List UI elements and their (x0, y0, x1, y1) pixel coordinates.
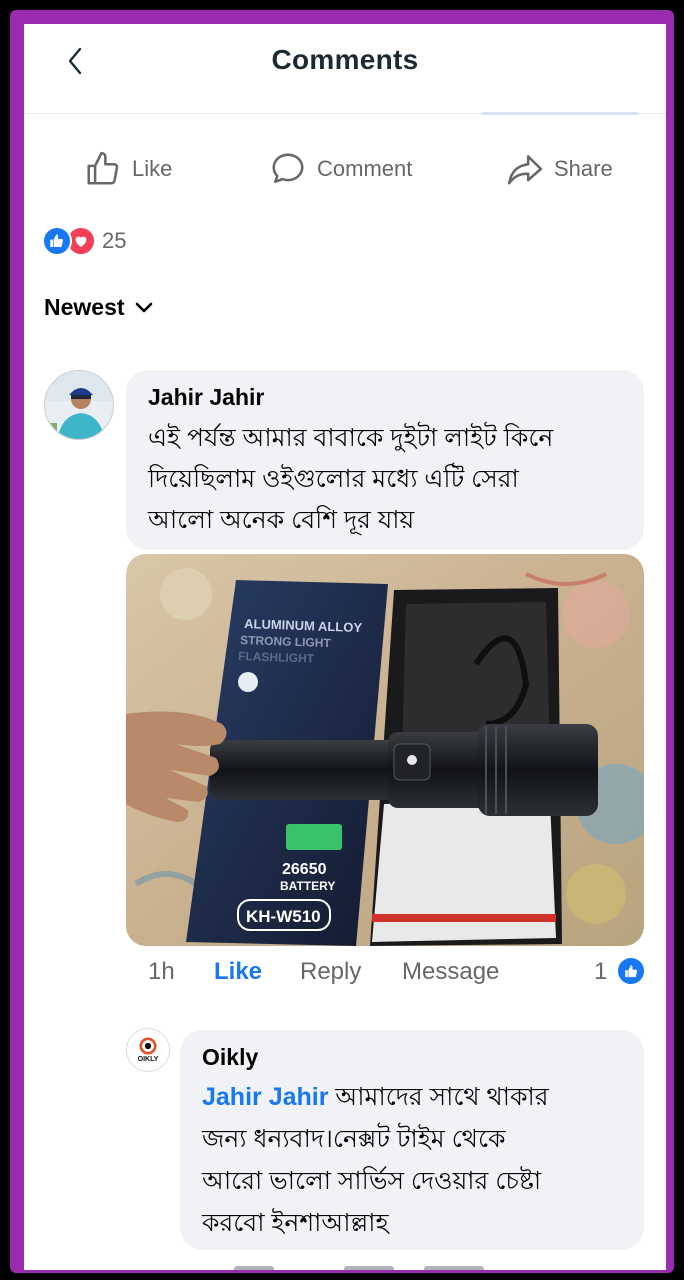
reply-line: করবো ইনশাআল্লাহ (202, 1209, 389, 1237)
comment-meta-row: 1h Like Reply Message 1 (126, 954, 646, 994)
like-icon (87, 151, 119, 185)
reply-author[interactable]: Oikly (202, 1044, 258, 1071)
top-bar: Comments (24, 24, 666, 115)
avatar[interactable] (44, 370, 114, 440)
reply-meta-row-cut (234, 1258, 534, 1270)
comment-photo[interactable]: ALUMINUM ALLOY STRONG LIGHT FLASHLIGHT 2… (126, 554, 644, 946)
comment-line: আলো অনেক বেশি দূর যায় (148, 506, 415, 534)
share-icon (507, 155, 543, 185)
comment-icon (272, 153, 304, 183)
reply-line: আমাদের সাথে থাকার (328, 1083, 549, 1111)
comment-like-count: 1 (594, 958, 608, 985)
share-button[interactable]: Share (506, 144, 613, 194)
like-reaction-icon (42, 226, 72, 256)
comment-reply-button[interactable]: Reply (300, 958, 361, 986)
box-text-3: FLASHLIGHT (238, 649, 315, 666)
comment-line: দিয়েছিলাম ওইগুলোর মধ্যে এটি সেরা (148, 465, 519, 493)
comment-message-button[interactable]: Message (402, 958, 499, 986)
reply-line: আরো ভালো সার্ভিস দেওয়ার চেষ্টা (202, 1167, 542, 1195)
comment-like-button[interactable]: Like (214, 958, 262, 986)
reply-line: জন্য ধন্যবাদ।নেক্সট টাইম থেকে (202, 1125, 506, 1153)
svg-text:KH-W510: KH-W510 (246, 907, 321, 926)
comment-line: এই পর্যন্ত আমার বাবাকে দুইটা লাইট কিনে (148, 424, 554, 452)
post-action-bar: Like Comment Share (24, 144, 666, 194)
chevron-down-icon (135, 302, 152, 312)
reply-bubble[interactable]: Oikly Jahir Jahir আমাদের সাথে থাকার জন্য… (180, 1030, 644, 1250)
comment-button[interactable]: Comment (269, 144, 412, 194)
model-label: KH-W510 (246, 907, 321, 926)
header-underline (482, 112, 638, 115)
battery-text-2: BATTERY (280, 879, 335, 893)
share-label: Share (554, 156, 613, 181)
sort-dropdown[interactable]: Newest (44, 294, 153, 321)
avatar-text: OIKLY (137, 1056, 159, 1063)
comment-bubble[interactable]: Jahir Jahir এই পর্যন্ত আমার বাবাকে দুইটা… (126, 370, 644, 550)
svg-text:BATTERY: BATTERY (280, 879, 335, 893)
oikly-logo-icon (139, 1037, 157, 1055)
svg-text:26650: 26650 (282, 861, 327, 878)
mention-link[interactable]: Jahir Jahir (202, 1083, 328, 1111)
sort-label: Newest (44, 294, 125, 320)
comment-author[interactable]: Jahir Jahir (148, 384, 264, 411)
comment-time: 1h (148, 958, 175, 985)
like-label: Like (132, 156, 173, 181)
svg-text:FLASHLIGHT: FLASHLIGHT (238, 649, 315, 666)
battery-text-1: 26650 (282, 861, 327, 878)
reaction-summary[interactable]: 25 (42, 224, 126, 258)
reaction-count: 25 (102, 228, 127, 253)
like-reaction-icon[interactable] (616, 956, 646, 986)
comment-text: এই পর্যন্ত আমার বাবাকে দুইটা লাইট কিনে দ… (148, 418, 628, 541)
reply-text: Jahir Jahir আমাদের সাথে থাকার জন্য ধন্যব… (202, 1076, 632, 1244)
screen: Comments Like Comment Share 25 Newest Ja… (24, 24, 666, 1270)
like-button[interactable]: Like (84, 144, 172, 194)
comment-label: Comment (317, 156, 413, 181)
page-title: Comments (271, 44, 419, 75)
reply-avatar[interactable]: OIKLY (126, 1028, 170, 1072)
